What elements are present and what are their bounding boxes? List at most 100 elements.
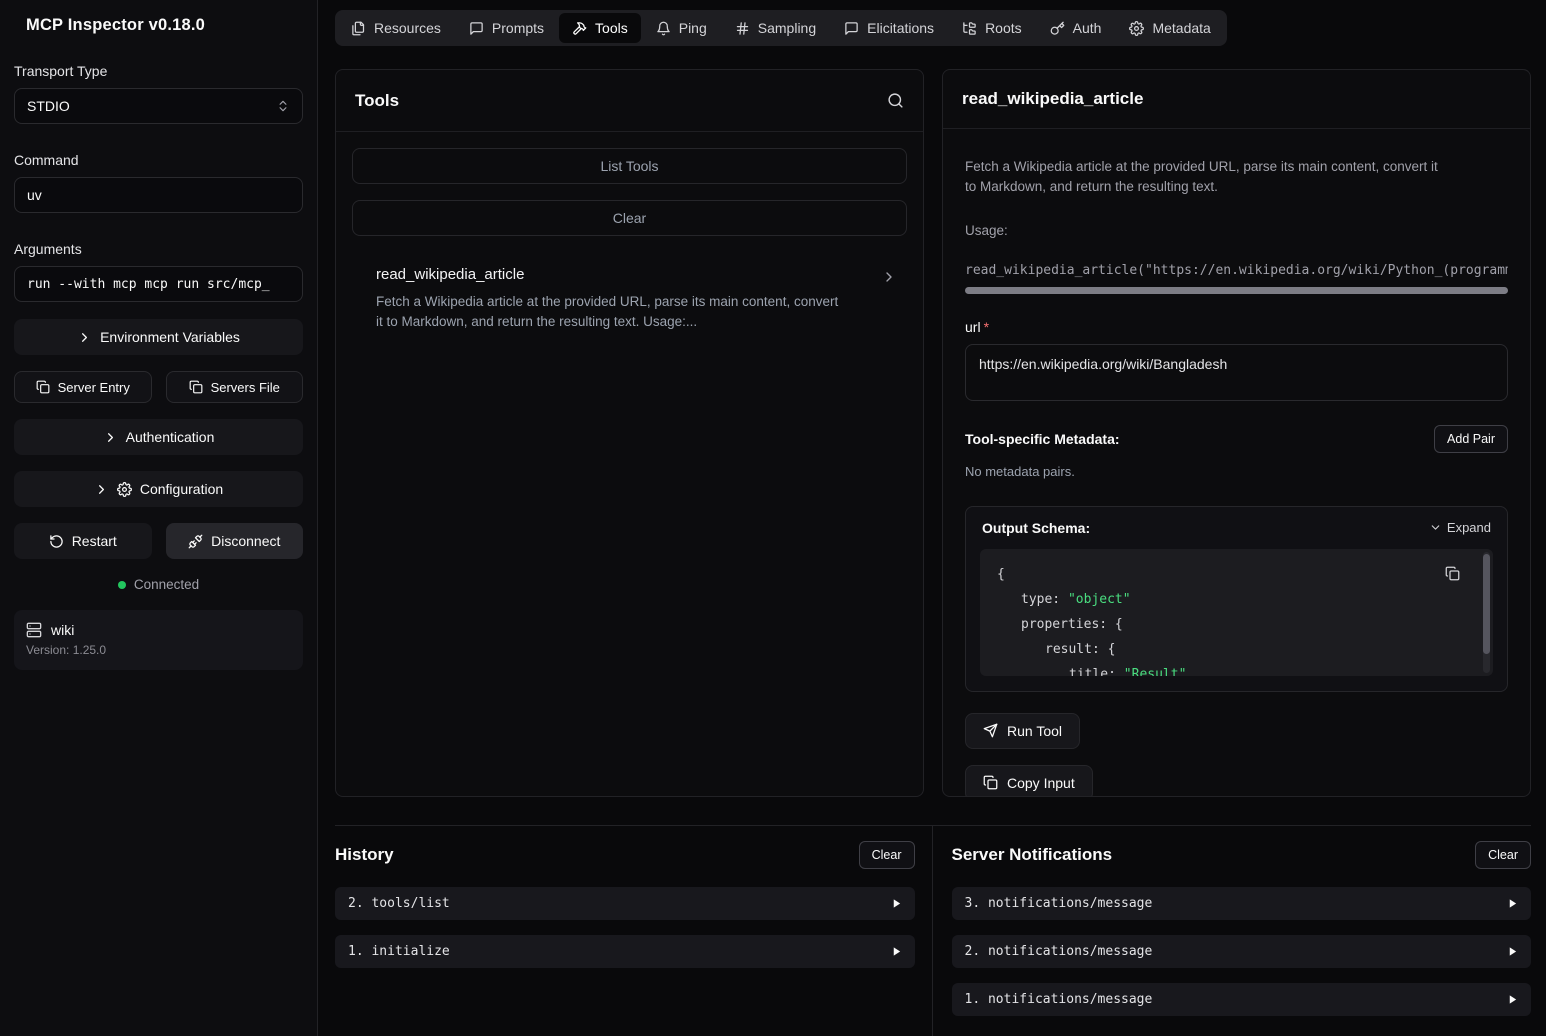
transport-field: Transport Type STDIO: [14, 63, 303, 124]
bell-icon: [656, 21, 671, 36]
tab-resources[interactable]: Resources: [338, 13, 454, 43]
command-input[interactable]: [14, 177, 303, 213]
key-icon: [1050, 21, 1065, 36]
top-tab-bar: Resources Prompts Tools Ping Sampling El…: [335, 10, 1227, 46]
chevron-right-icon: [77, 330, 92, 345]
folder-tree-icon: [962, 21, 977, 36]
transport-select[interactable]: STDIO: [14, 88, 303, 124]
play-icon: [1507, 898, 1518, 909]
authentication-button[interactable]: Authentication: [14, 419, 303, 455]
tab-prompts[interactable]: Prompts: [456, 13, 557, 43]
tool-detail-title: read_wikipedia_article: [962, 89, 1143, 109]
connection-status-label: Connected: [134, 577, 199, 592]
tab-tools[interactable]: Tools: [559, 13, 641, 43]
server-entry-button[interactable]: Server Entry: [14, 371, 152, 403]
configuration-button[interactable]: Configuration: [14, 471, 303, 507]
add-pair-button[interactable]: Add Pair: [1434, 425, 1508, 453]
horizontal-scrollbar[interactable]: [965, 287, 1508, 294]
arguments-input[interactable]: [14, 266, 303, 302]
restart-icon: [49, 534, 64, 549]
connection-actions-row: Restart Disconnect: [14, 523, 303, 559]
send-icon: [983, 723, 998, 738]
output-schema-header: Output Schema: Expand: [980, 520, 1493, 536]
copy-input-button[interactable]: Copy Input: [965, 765, 1093, 798]
usage-code: read_wikipedia_article("https://en.wikip…: [965, 263, 1508, 278]
server-name: wiki: [51, 622, 74, 638]
server-icon: [26, 622, 42, 638]
schema-code-line: {: [997, 562, 1453, 587]
notification-item[interactable]: 2. notifications/message: [952, 935, 1532, 968]
usage-label: Usage:: [965, 223, 1508, 238]
app-root: MCP Inspector v0.18.0 Transport Type STD…: [0, 0, 1546, 1036]
output-schema-label: Output Schema:: [982, 520, 1090, 536]
command-field: Command: [14, 152, 303, 213]
history-title: History: [335, 845, 394, 865]
copy-schema-icon[interactable]: [1445, 566, 1460, 581]
history-item[interactable]: 1. initialize: [335, 935, 915, 968]
server-info-card: wiki Version: 1.25.0: [14, 610, 303, 670]
copy-icon: [189, 380, 203, 394]
output-schema-card: Output Schema: Expand { type: "object" p…: [965, 506, 1508, 692]
tool-description: Fetch a Wikipedia article at the provide…: [376, 292, 844, 333]
clear-notifications-button[interactable]: Clear: [1475, 841, 1531, 869]
tools-list-panel: Tools List Tools Clear read_wikipedia_ar…: [335, 69, 924, 797]
scrollbar-thumb[interactable]: [1483, 554, 1490, 654]
play-icon: [891, 946, 902, 957]
environment-variables-button[interactable]: Environment Variables: [14, 319, 303, 355]
tools-panel-header: Tools: [336, 70, 923, 132]
clear-history-button[interactable]: Clear: [859, 841, 915, 869]
tool-detail-header: read_wikipedia_article: [943, 70, 1530, 129]
servers-file-button[interactable]: Servers File: [166, 371, 304, 403]
arguments-label: Arguments: [14, 241, 303, 257]
metadata-empty-text: No metadata pairs.: [965, 464, 1508, 479]
chevrons-up-down-icon: [276, 99, 290, 113]
notifications-list: 3. notifications/message 2. notification…: [952, 887, 1532, 1016]
history-item[interactable]: 2. tools/list: [335, 887, 915, 920]
list-tools-button[interactable]: List Tools: [352, 148, 907, 184]
history-panel: History Clear 2. tools/list 1. initializ…: [335, 826, 932, 1036]
sidebar: MCP Inspector v0.18.0 Transport Type STD…: [0, 0, 318, 1036]
search-icon[interactable]: [887, 92, 904, 109]
tab-sampling[interactable]: Sampling: [722, 13, 829, 43]
clear-tools-button[interactable]: Clear: [352, 200, 907, 236]
notification-item[interactable]: 1. notifications/message: [952, 983, 1532, 1016]
tab-elicitations[interactable]: Elicitations: [831, 13, 947, 43]
url-field-label: url*: [965, 319, 1508, 335]
tab-auth[interactable]: Auth: [1037, 13, 1115, 43]
entry-file-row: Server Entry Servers File: [14, 371, 303, 403]
play-icon: [1507, 994, 1518, 1005]
server-version: Version: 1.25.0: [26, 643, 291, 657]
disconnect-button[interactable]: Disconnect: [166, 523, 304, 559]
url-input[interactable]: https://en.wikipedia.org/wiki/Bangladesh: [965, 344, 1508, 401]
expand-schema-button[interactable]: Expand: [1429, 520, 1491, 535]
connection-status: Connected: [14, 577, 303, 592]
hash-icon: [735, 21, 750, 36]
restart-button[interactable]: Restart: [14, 523, 152, 559]
tab-roots[interactable]: Roots: [949, 13, 1035, 43]
gear-icon: [117, 482, 132, 497]
play-icon: [891, 898, 902, 909]
metadata-row: Tool-specific Metadata: Add Pair: [965, 425, 1508, 453]
tool-detail-panel: read_wikipedia_article Fetch a Wikipedia…: [942, 69, 1531, 797]
chevron-right-icon: [94, 482, 109, 497]
tool-list-item[interactable]: read_wikipedia_article Fetch a Wikipedia…: [352, 256, 907, 343]
hammer-icon: [572, 21, 587, 36]
notification-item[interactable]: 3. notifications/message: [952, 887, 1532, 920]
tab-ping[interactable]: Ping: [643, 13, 720, 43]
main-area: Resources Prompts Tools Ping Sampling El…: [318, 0, 1546, 1036]
tab-metadata[interactable]: Metadata: [1116, 13, 1223, 43]
required-marker: *: [984, 319, 989, 335]
tool-detail-body: Fetch a Wikipedia article at the provide…: [943, 129, 1530, 797]
notifications-header: Server Notifications Clear: [952, 841, 1532, 869]
history-header: History Clear: [335, 841, 915, 869]
gear-icon: [1129, 21, 1144, 36]
schema-code-line: properties: {: [997, 612, 1453, 637]
connected-dot-icon: [118, 581, 126, 589]
run-tool-button[interactable]: Run Tool: [965, 713, 1080, 749]
tools-panel-body: List Tools Clear read_wikipedia_article …: [336, 132, 923, 359]
schema-code-line: result: {: [997, 637, 1453, 662]
message-square-icon: [469, 21, 484, 36]
server-notifications-panel: Server Notifications Clear 3. notificati…: [933, 826, 1532, 1036]
copy-icon: [36, 380, 50, 394]
vertical-scrollbar[interactable]: [1483, 552, 1490, 673]
